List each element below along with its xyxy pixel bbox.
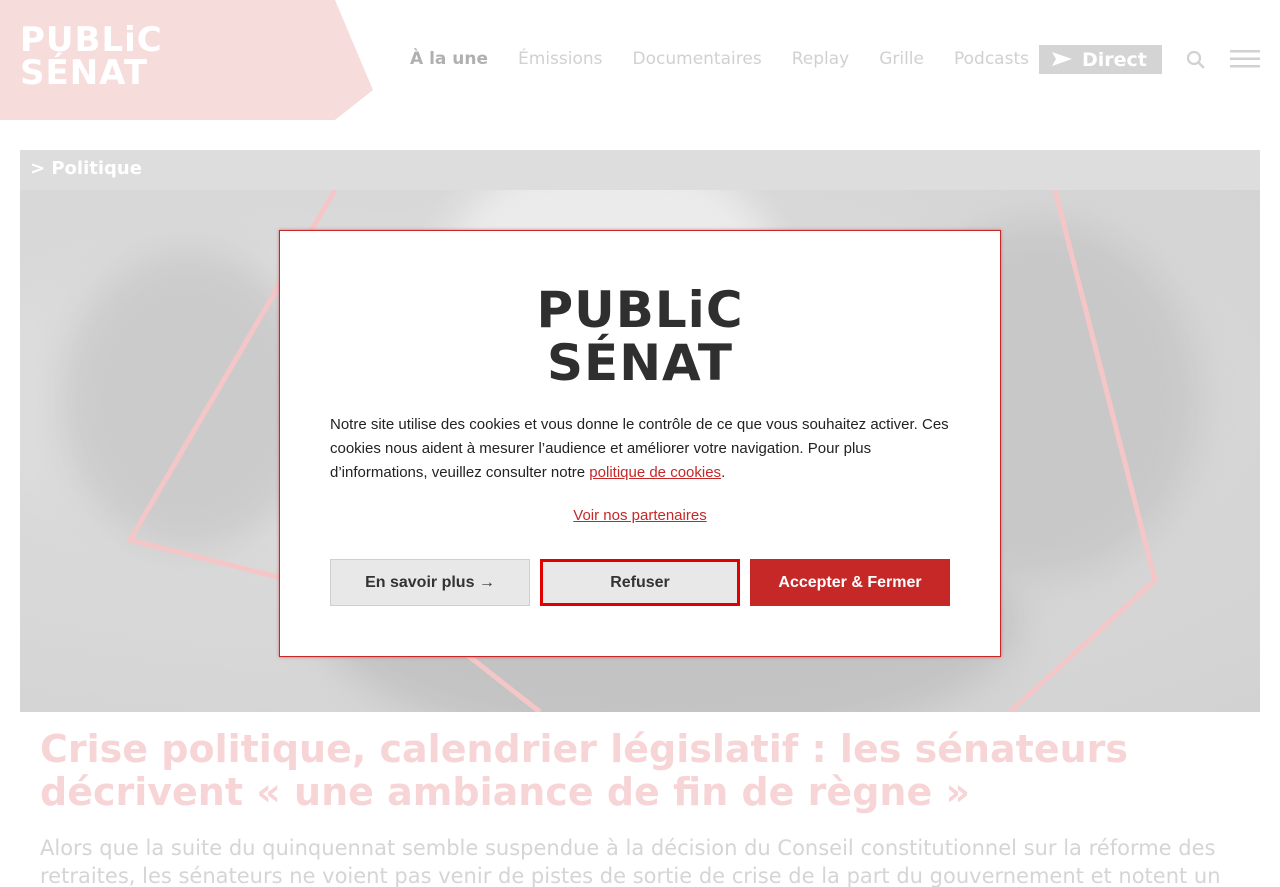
svg-text:SÉNAT: SÉNAT [547,333,733,385]
cookie-notice-end: . [721,464,726,481]
cookie-notice-text: Notre site utilise des cookies et vous d… [330,413,950,485]
cookie-consent-dialog: PUBLiC SÉNAT Notre site utilise des cook… [279,230,1001,657]
refuse-button[interactable]: Refuser [540,559,740,606]
cookie-policy-link[interactable]: politique de cookies [589,464,721,481]
learn-more-button[interactable]: En savoir plus → [330,559,530,606]
partners-link-container: Voir nos partenaires [280,507,1000,524]
accept-close-button[interactable]: Accepter & Fermer [750,559,950,606]
partners-link[interactable]: Voir nos partenaires [573,507,706,524]
svg-text:PUBLiC: PUBLiC [540,281,740,339]
public-senat-logo: PUBLiC SÉNAT [540,281,740,385]
